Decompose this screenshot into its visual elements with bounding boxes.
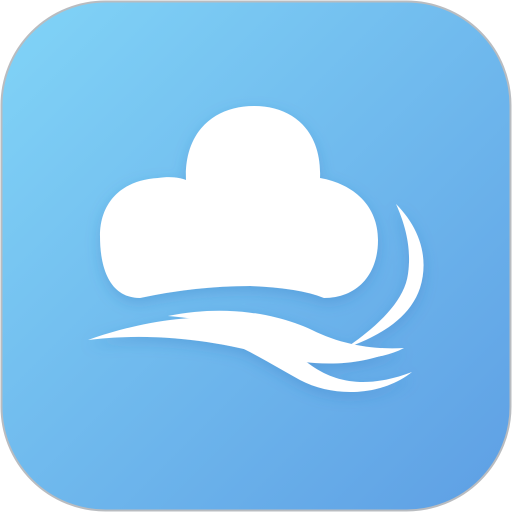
icon-canvas xyxy=(0,0,512,512)
weather-app-icon[interactable] xyxy=(0,0,512,512)
